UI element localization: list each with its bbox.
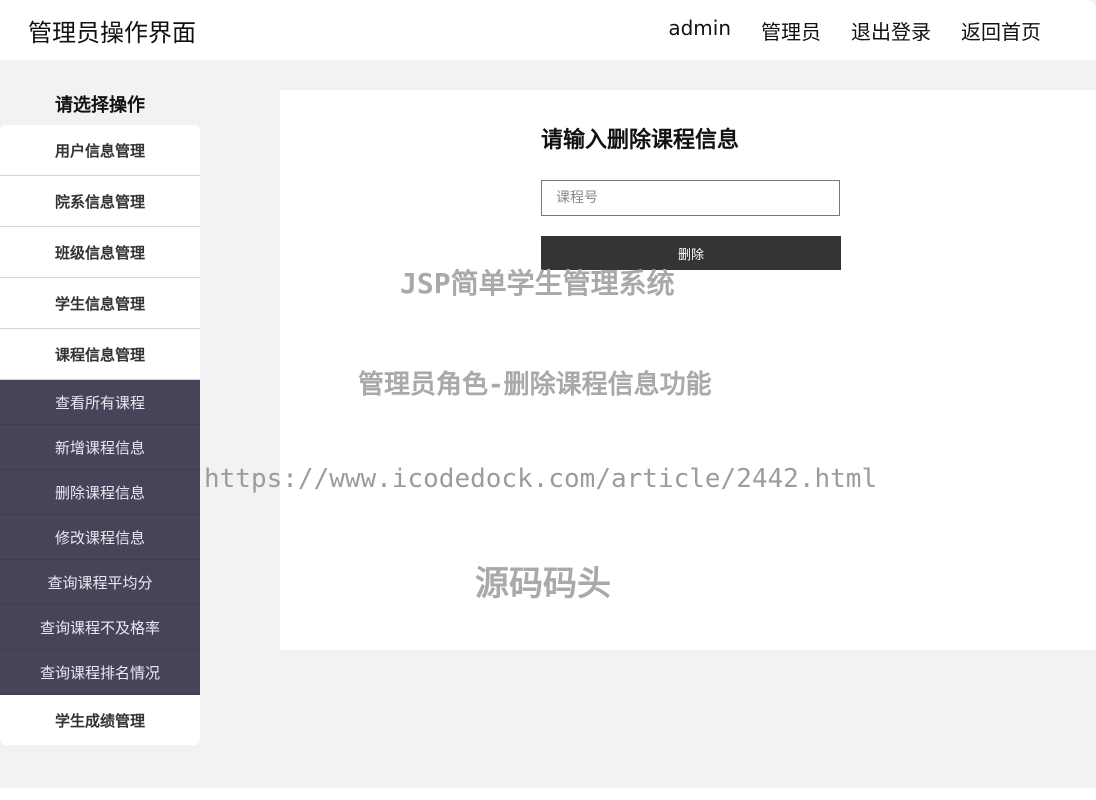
- submenu-item-delete-course[interactable]: 删除课程信息: [0, 470, 200, 515]
- main-panel: 请输入删除课程信息 删除: [280, 90, 1096, 650]
- sidebar-menu: 用户信息管理 院系信息管理 班级信息管理 学生信息管理 课程信息管理 查看所有课…: [0, 125, 200, 745]
- sidebar-item-class-info[interactable]: 班级信息管理: [0, 227, 200, 278]
- submenu-item-course-fail-rate[interactable]: 查询课程不及格率: [0, 605, 200, 650]
- submenu-item-edit-course[interactable]: 修改课程信息: [0, 515, 200, 560]
- home-link[interactable]: 返回首页: [961, 16, 1041, 45]
- logout-link[interactable]: 退出登录: [851, 16, 931, 45]
- sidebar-item-grade-management[interactable]: 学生成绩管理: [0, 695, 200, 745]
- page-title: 管理员操作界面: [28, 18, 196, 47]
- submenu-item-add-course[interactable]: 新增课程信息: [0, 425, 200, 470]
- form-title: 请输入删除课程信息: [541, 128, 740, 153]
- username-link[interactable]: admin: [668, 16, 731, 45]
- sidebar-heading: 请选择操作: [0, 60, 200, 125]
- sidebar: 请选择操作 用户信息管理 院系信息管理 班级信息管理 学生信息管理 课程信息管理…: [0, 60, 200, 745]
- bottom-strip: [0, 788, 1096, 800]
- top-header: 管理员操作界面 admin 管理员 退出登录 返回首页: [0, 0, 1096, 60]
- course-submenu: 查看所有课程 新增课程信息 删除课程信息 修改课程信息 查询课程平均分 查询课程…: [0, 380, 200, 695]
- course-id-input[interactable]: [541, 180, 840, 216]
- submenu-item-view-all-courses[interactable]: 查看所有课程: [0, 380, 200, 425]
- sidebar-item-department-info[interactable]: 院系信息管理: [0, 176, 200, 227]
- top-nav: admin 管理员 退出登录 返回首页: [668, 16, 1041, 45]
- role-link[interactable]: 管理员: [761, 16, 821, 45]
- delete-button[interactable]: 删除: [541, 236, 841, 270]
- sidebar-item-student-info[interactable]: 学生信息管理: [0, 278, 200, 329]
- submenu-item-course-ranking[interactable]: 查询课程排名情况: [0, 650, 200, 695]
- submenu-item-course-average[interactable]: 查询课程平均分: [0, 560, 200, 605]
- sidebar-item-user-info[interactable]: 用户信息管理: [0, 125, 200, 176]
- sidebar-item-course-info[interactable]: 课程信息管理: [0, 329, 200, 380]
